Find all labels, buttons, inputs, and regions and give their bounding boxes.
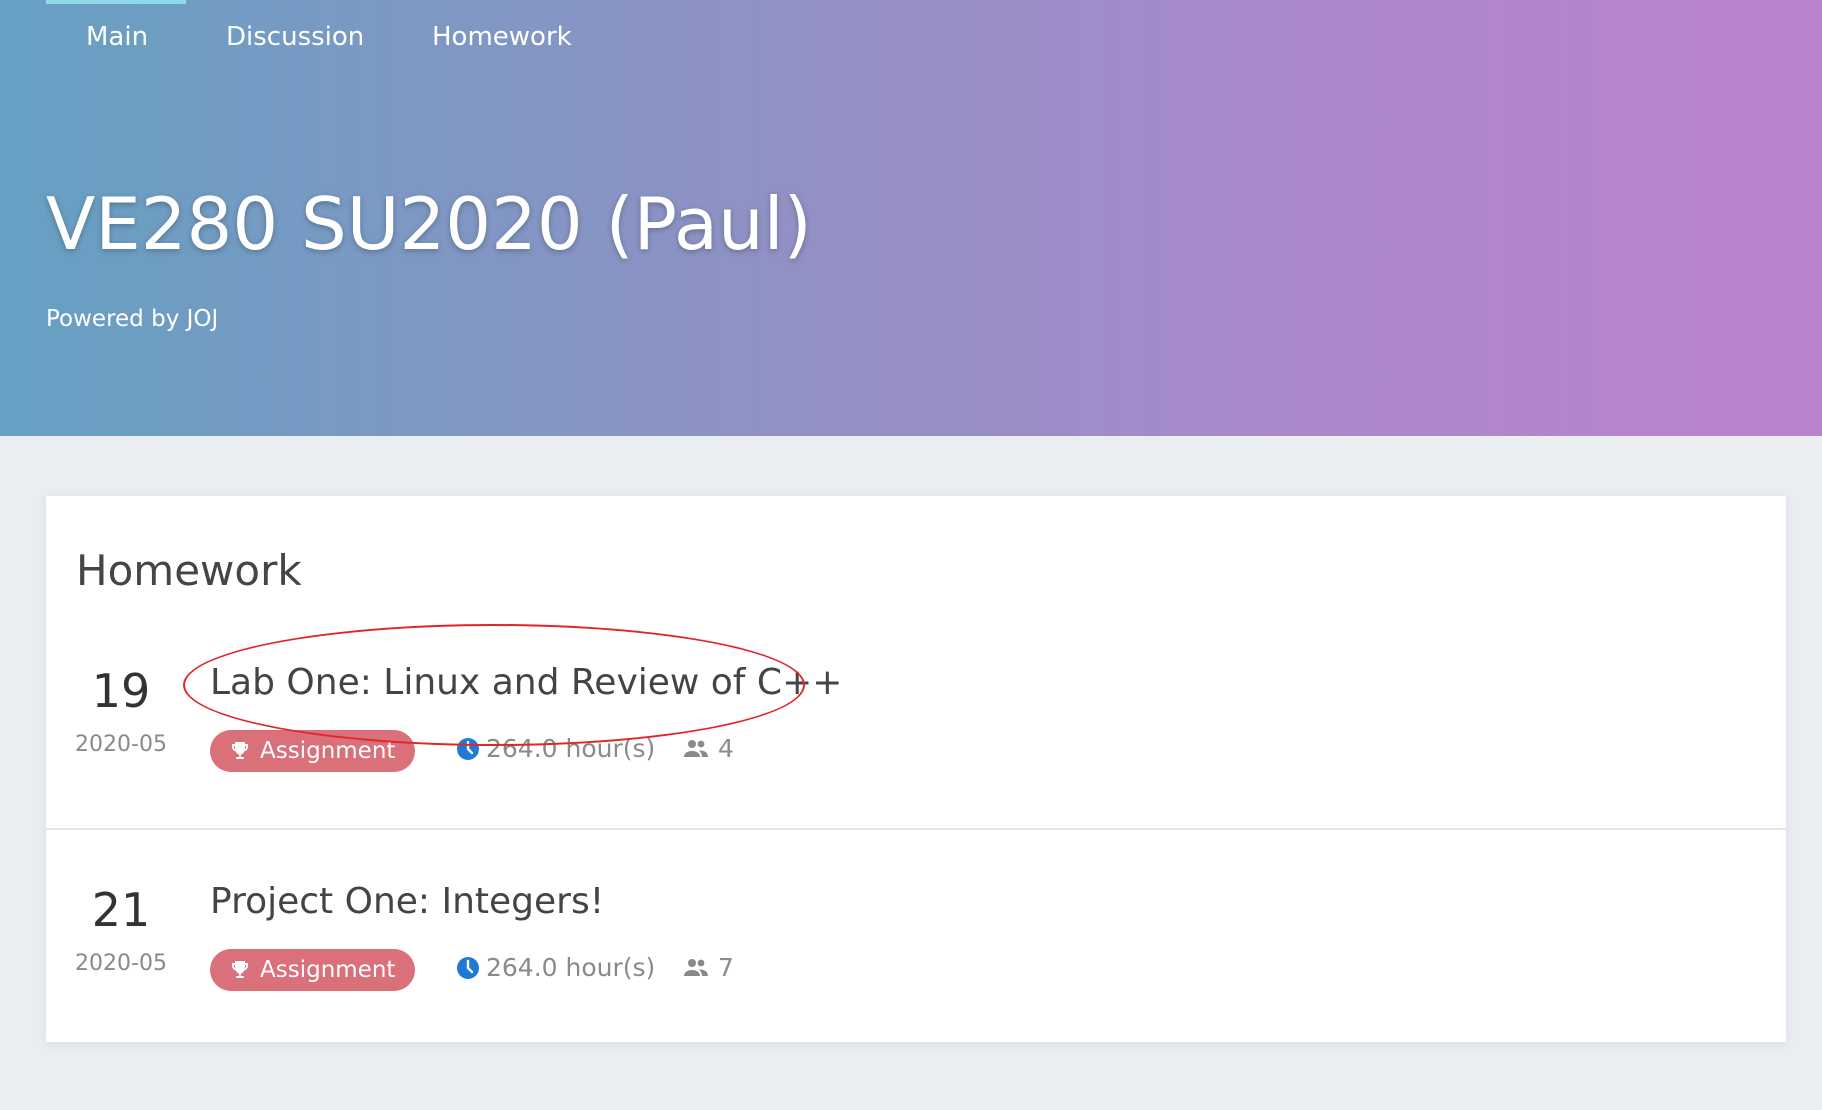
homework-title-link[interactable]: Project One: Integers!	[210, 881, 604, 922]
course-header: Main Discussion Homework VE280 SU2020 (P…	[0, 0, 1822, 436]
users-icon	[684, 739, 708, 757]
participants: 7	[682, 953, 734, 982]
homework-day: 19	[91, 664, 151, 718]
users-icon	[684, 958, 708, 976]
participants-count: 7	[718, 953, 734, 982]
clock-icon	[457, 956, 479, 979]
assignment-badge: Assignment	[210, 949, 416, 991]
powered-by: Powered by JOJ	[46, 306, 219, 332]
assignment-badge-label: Assignment	[260, 738, 396, 764]
trophy-icon	[232, 961, 248, 978]
homework-card: Homework 19 2020-05 Lab One: Linux and R…	[46, 496, 1786, 1042]
homework-heading: Homework	[76, 546, 302, 595]
participants-count: 4	[718, 734, 734, 763]
homework-item[interactable]: 21 2020-05 Project One: Integers! Assign…	[46, 829, 1786, 1043]
assignment-badge-label: Assignment	[260, 957, 396, 983]
trophy-icon	[232, 742, 248, 759]
nav-item-homework[interactable]: Homework	[432, 22, 572, 52]
homework-day: 21	[91, 883, 151, 937]
participants: 4	[682, 734, 734, 763]
homework-month: 2020-05	[75, 732, 167, 757]
nav-item-discussion[interactable]: Discussion	[226, 22, 364, 52]
homework-month: 2020-05	[75, 951, 167, 976]
duration-label: 264.0 hour(s)	[486, 953, 656, 982]
highlight-annotation	[183, 624, 805, 746]
nav-item-main[interactable]: Main	[86, 22, 148, 52]
duration: 264.0 hour(s)	[456, 953, 655, 982]
nav-active-indicator	[46, 0, 186, 4]
course-title: VE280 SU2020 (Paul)	[46, 182, 812, 266]
